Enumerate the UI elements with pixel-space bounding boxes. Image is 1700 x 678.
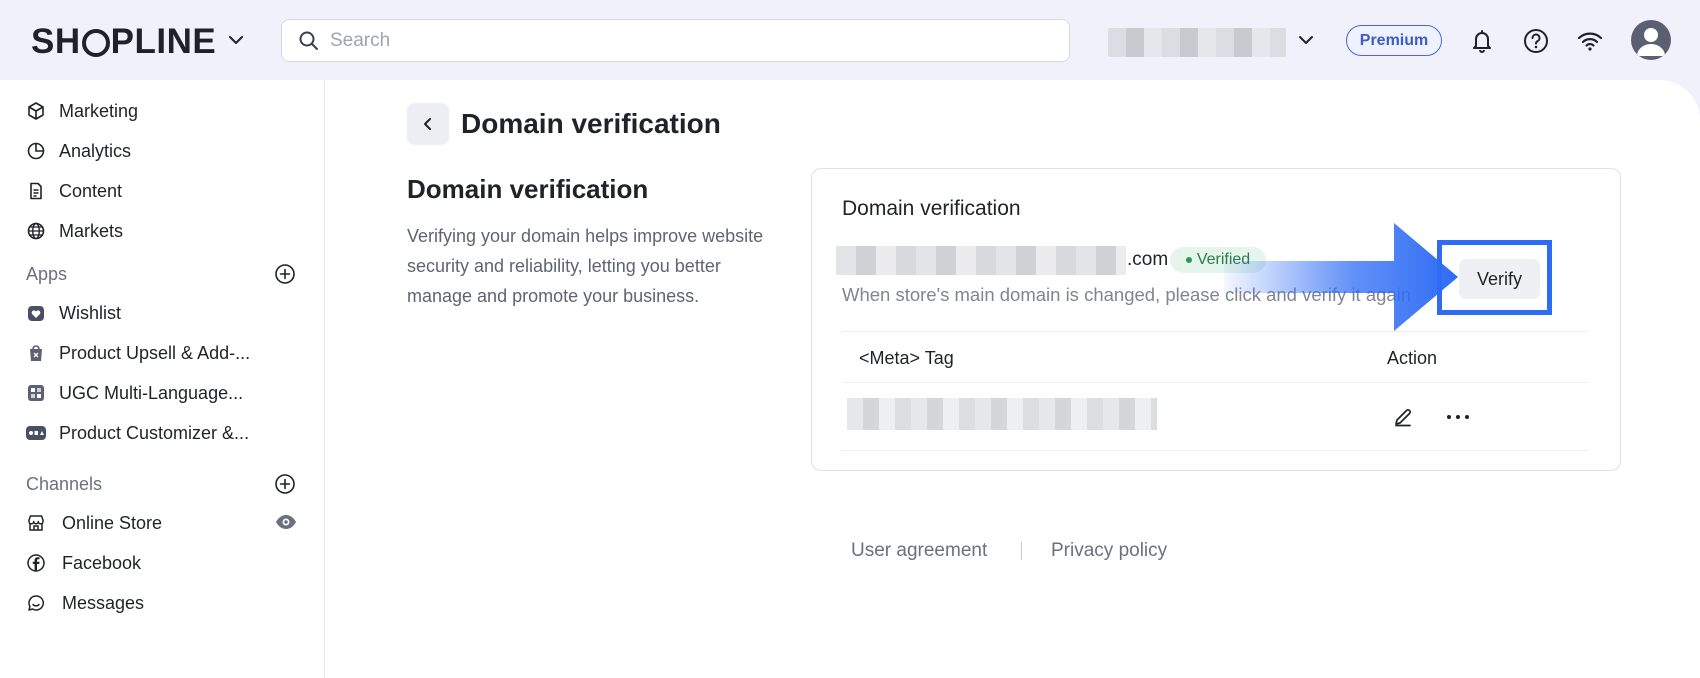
arrow-right-icon	[1224, 223, 1458, 331]
cube-icon	[25, 100, 47, 122]
sidebar-item-label: Analytics	[59, 140, 132, 161]
column-header-action: Action	[1387, 348, 1438, 368]
main-content: Domain verification Domain verification …	[325, 80, 1700, 678]
column-header-meta-tag: <Meta> Tag	[859, 348, 954, 368]
sidebar-item-markets[interactable]: Markets	[25, 217, 123, 245]
storefront-icon	[25, 512, 47, 534]
sidebar-item-label: UGC Multi-Language...	[59, 382, 244, 403]
meta-tag-value-redacted	[847, 398, 1157, 430]
sidebar-item-label: Product Customizer &...	[59, 422, 250, 443]
chevron-down-icon[interactable]	[226, 30, 246, 50]
sidebar-item-facebook[interactable]: Facebook	[25, 549, 141, 577]
sidebar-item-label: Marketing	[59, 100, 139, 121]
domain-verification-card: Domain verification .com Verified When s…	[811, 168, 1621, 471]
help-icon[interactable]	[1521, 26, 1551, 56]
sidebar-item-label: Facebook	[62, 552, 142, 573]
table-row	[842, 383, 1588, 451]
domain-suffix: .com	[1127, 249, 1169, 270]
sidebar-item-analytics[interactable]: Analytics	[25, 137, 131, 165]
domain-name-redacted	[836, 246, 1126, 275]
add-app-icon[interactable]	[274, 263, 296, 285]
status-dot-icon	[1185, 257, 1192, 263]
user-agreement-link[interactable]: User agreement	[851, 540, 987, 562]
pie-chart-icon	[25, 140, 47, 162]
logo-text-end: PLINE	[110, 22, 217, 61]
more-options-icon[interactable]	[1445, 405, 1471, 429]
shopline-logo[interactable]: SH PLINE	[31, 22, 216, 62]
edit-icon[interactable]	[1391, 405, 1415, 429]
chevron-left-icon	[424, 118, 431, 130]
sidebar-item-wishlist[interactable]: Wishlist	[25, 299, 121, 327]
sidebar-item-label: Wishlist	[59, 302, 121, 323]
wifi-icon[interactable]	[1575, 26, 1605, 56]
channels-section-label: Channels	[26, 474, 103, 494]
chevron-down-icon[interactable]	[1296, 30, 1316, 50]
logo-text-start: SH	[31, 22, 81, 61]
shopping-bag-app-icon	[25, 342, 47, 364]
document-icon	[25, 180, 47, 202]
sidebar-item-content[interactable]: Content	[25, 177, 122, 205]
sidebar-item-label: Content	[59, 180, 123, 201]
logo-o-mark	[81, 29, 110, 57]
sidebar-item-online-store[interactable]: Online Store	[25, 509, 162, 537]
privacy-policy-link[interactable]: Privacy policy	[1051, 540, 1167, 562]
search-bar[interactable]	[281, 19, 1070, 62]
sidebar-item-label: Online Store	[62, 512, 163, 533]
section-description: Verifying your domain helps improve webs…	[407, 226, 764, 306]
user-avatar[interactable]	[1631, 20, 1671, 60]
sidebar-item-product-customizer[interactable]: Product Customizer &...	[25, 419, 249, 447]
search-icon	[299, 31, 318, 50]
footer-divider	[1021, 542, 1022, 560]
sidebar-item-label: Product Upsell & Add-...	[59, 342, 251, 363]
verify-button[interactable]: Verify	[1459, 259, 1540, 299]
wishlist-app-icon	[25, 302, 47, 324]
sidebar: Marketing Analytics Content Markets Apps…	[0, 80, 325, 678]
sidebar-item-label: Markets	[59, 220, 124, 241]
verify-highlight-frame: Verify	[1437, 240, 1552, 315]
back-button[interactable]	[407, 103, 449, 145]
top-bar: SH PLINE Premium	[0, 0, 1700, 80]
bell-icon[interactable]	[1467, 26, 1497, 56]
chat-bubble-icon	[25, 592, 47, 614]
facebook-icon	[25, 552, 47, 574]
sidebar-item-messages[interactable]: Messages	[25, 589, 144, 617]
sidebar-item-marketing[interactable]: Marketing	[25, 97, 138, 125]
store-name-redacted[interactable]	[1108, 28, 1286, 57]
customizer-app-icon	[25, 422, 47, 444]
sidebar-item-product-upsell[interactable]: Product Upsell & Add-...	[25, 339, 250, 367]
apps-section-label: Apps	[26, 264, 68, 284]
sidebar-item-ugc-multi-language[interactable]: UGC Multi-Language...	[25, 379, 243, 407]
ugc-app-icon	[25, 382, 47, 404]
globe-icon	[25, 220, 47, 242]
meta-tag-table: <Meta> Tag Action	[842, 331, 1588, 451]
sidebar-item-label: Messages	[62, 592, 145, 613]
eye-icon[interactable]	[274, 510, 298, 534]
add-channel-icon[interactable]	[274, 473, 296, 495]
premium-badge[interactable]: Premium	[1346, 25, 1442, 56]
card-title: Domain verification	[842, 197, 1021, 220]
section-title: Domain verification	[407, 174, 649, 204]
search-input[interactable]	[330, 29, 1030, 52]
page-title: Domain verification	[461, 108, 721, 139]
user-icon	[1637, 28, 1665, 56]
table-header: <Meta> Tag Action	[842, 331, 1588, 383]
